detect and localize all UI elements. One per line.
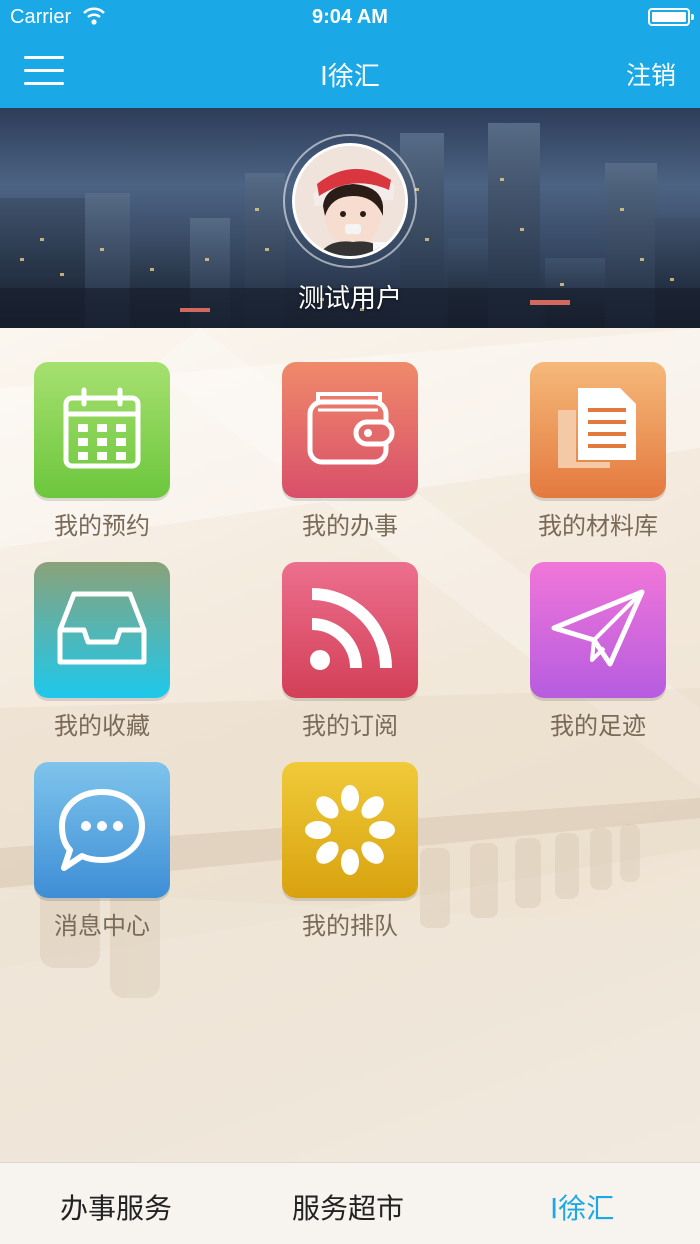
tile-icon-bg <box>282 562 418 698</box>
tile-my-subscriptions[interactable]: 我的订阅 <box>280 562 420 741</box>
chat-bubble-icon <box>59 789 145 871</box>
user-name: 测试用户 <box>297 284 402 314</box>
tile-my-queue[interactable]: 我的排队 <box>280 762 420 941</box>
rss-icon <box>310 588 392 670</box>
tile-my-favorites[interactable]: 我的收藏 <box>32 562 172 741</box>
tile-label: 我的材料库 <box>538 512 658 540</box>
profile-banner: 测试用户 <box>0 108 700 328</box>
tile-message-center[interactable]: 消息中心 <box>32 762 172 941</box>
battery-icon <box>648 8 694 26</box>
tile-label: 我的办事 <box>302 512 398 540</box>
tile-my-affairs[interactable]: 我的办事 <box>280 362 420 541</box>
avatar[interactable] <box>292 143 408 259</box>
tile-label: 我的订阅 <box>302 712 398 740</box>
tile-label: 消息中心 <box>54 912 150 940</box>
tile-icon-bg <box>282 362 418 498</box>
page-title: I徐汇 <box>320 62 380 92</box>
status-time: 9:04 AM <box>312 6 388 28</box>
tab-services[interactable]: 办事服务 <box>60 1187 172 1227</box>
calendar-icon <box>63 387 141 469</box>
tile-label: 我的预约 <box>54 512 150 540</box>
bottom-tab-bar: 办事服务 服务超市 I徐汇 <box>0 1162 700 1244</box>
tab-ixuhui[interactable]: I徐汇 <box>550 1187 614 1227</box>
tile-icon-bg <box>34 562 170 698</box>
top-bar: Carrier 9:04 AM I徐汇 注销 <box>0 0 700 108</box>
tile-icon-bg <box>34 762 170 898</box>
feature-grid: 我的预约 我的办事 我的材料库 我的收藏 我的订阅 我的足迹 消息中心 我的排队 <box>0 328 700 1162</box>
tile-label: 我的排队 <box>302 912 398 940</box>
tile-icon-bg <box>530 562 666 698</box>
tile-my-footprints[interactable]: 我的足迹 <box>528 562 668 741</box>
tile-icon-bg <box>34 362 170 498</box>
document-icon <box>558 388 636 468</box>
logout-button[interactable]: 注销 <box>626 56 676 92</box>
inbox-tray-icon <box>57 591 147 665</box>
tab-service-market[interactable]: 服务超市 <box>292 1187 404 1227</box>
paper-plane-icon <box>551 589 645 667</box>
tile-icon-bg <box>282 762 418 898</box>
status-bar: Carrier 9:04 AM <box>0 0 700 36</box>
wallet-icon <box>307 392 395 465</box>
queue-burst-icon <box>305 785 395 875</box>
tile-my-materials[interactable]: 我的材料库 <box>528 362 668 541</box>
tile-my-appointments[interactable]: 我的预约 <box>32 362 172 541</box>
tile-icon-bg <box>530 362 666 498</box>
tile-label: 我的收藏 <box>54 712 150 740</box>
tile-label: 我的足迹 <box>550 712 646 740</box>
